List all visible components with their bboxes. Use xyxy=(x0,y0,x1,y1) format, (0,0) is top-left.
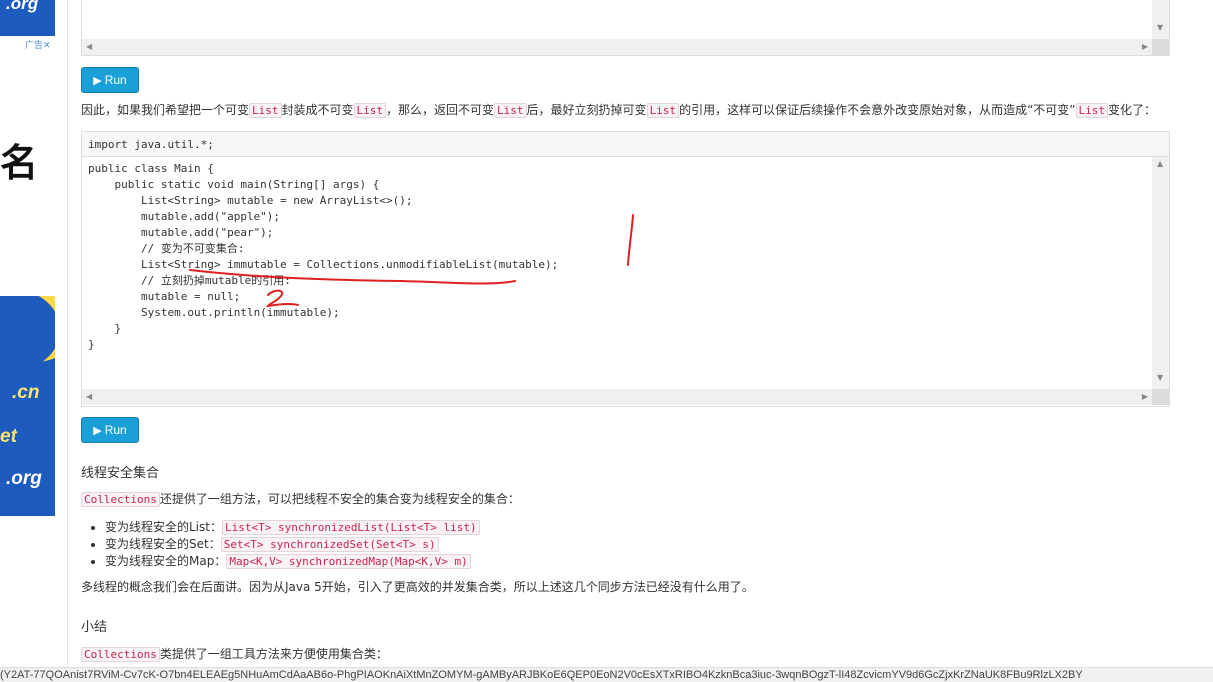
vertical-scrollbar[interactable]: ▲ ▼ xyxy=(1152,157,1169,389)
scroll-down-arrow-icon[interactable]: ▼ xyxy=(1157,23,1163,32)
code-content[interactable]: public class Main { public static void m… xyxy=(82,157,1169,357)
ad-banner[interactable]: .org 广告✕ 名 .cn et .org xyxy=(0,0,55,681)
text: ，那么，返回不可变 xyxy=(386,103,495,117)
inline-code: List xyxy=(494,103,527,118)
thread-safe-method-list: 变为线程安全的List：List<T> synchronizedList(Lis… xyxy=(88,519,480,570)
text: 的引用，这样可以保证后续操作不会意外改变原始对象，从而造成“不可变” xyxy=(679,103,1076,117)
vertical-scrollbar[interactable]: ▼ xyxy=(1152,0,1169,39)
paragraph-summary-intro: Collections 类提供了一组工具方法来方便使用集合类： xyxy=(81,645,388,664)
list-item-label: 变为线程安全的Set： xyxy=(105,537,221,551)
inline-code: Map<K,V> synchronizedMap(Map<K,V> m) xyxy=(226,554,471,569)
ad-big-character: 名 xyxy=(0,141,39,185)
text: 还提供了一组方法，可以把线程不安全的集合变为线程安全的集合： xyxy=(159,492,520,506)
scrollbar-corner xyxy=(1152,39,1169,55)
scrollbar-corner xyxy=(1152,389,1169,405)
code-editor-main[interactable]: import java.util.*; public class Main { … xyxy=(81,131,1170,407)
run-button[interactable]: ▶ Run xyxy=(81,417,139,443)
ad-domain-org-top: .org xyxy=(6,0,39,13)
scroll-left-arrow-icon[interactable]: ◀ xyxy=(86,392,92,401)
ad-bottom-block[interactable]: .cn et .org xyxy=(0,296,55,516)
ad-top-block[interactable]: .org xyxy=(0,0,55,36)
inline-code: List xyxy=(353,103,387,118)
play-icon: ▶ xyxy=(93,424,102,437)
paragraph-immutable-list: 因此，如果我们希望把一个可变 List 封装成不可变 List ，那么，返回不可变 Lis… xyxy=(81,101,1156,120)
inline-code: List<T> synchronizedList(List<T> list) xyxy=(221,520,480,535)
scroll-up-arrow-icon[interactable]: ▲ xyxy=(1157,159,1163,168)
list-item: 变为线程安全的List：List<T> synchronizedList(Lis… xyxy=(105,519,480,536)
paragraph-thread-safe-note: 多线程的概念我们会在后面讲。因为从Java 5开始，引入了更高效的并发集合类，所… xyxy=(81,580,754,594)
ad-close-button[interactable]: 广告✕ xyxy=(25,38,51,51)
section-title-thread-safe: 线程安全集合 xyxy=(81,466,160,481)
code-editor-previous[interactable]: ▼ ◀ ▶ xyxy=(81,0,1170,56)
scroll-down-arrow-icon[interactable]: ▼ xyxy=(1157,373,1163,382)
list-item-label: 变为线程安全的Map： xyxy=(105,554,227,568)
code-content[interactable] xyxy=(82,0,1169,41)
section-title-summary: 小结 xyxy=(81,620,108,635)
run-button[interactable]: ▶ Run xyxy=(81,67,139,93)
run-button-label: Run xyxy=(104,423,127,437)
list-item-label: 变为线程安全的List： xyxy=(105,520,222,534)
text: 变化了： xyxy=(1108,103,1157,117)
scroll-right-arrow-icon[interactable]: ▶ xyxy=(1142,392,1148,401)
paragraph-thread-safe-intro: Collections 还提供了一组方法，可以把线程不安全的集合变为线程安全的集合… xyxy=(81,490,520,509)
status-bar-url: (Y2AT-77QOAnist7RViM-Cv7cK-O7bn4ELEAEg5N… xyxy=(0,667,1213,682)
scroll-left-arrow-icon[interactable]: ◀ xyxy=(86,42,92,51)
ad-domain-net: et xyxy=(0,426,17,447)
horizontal-scrollbar[interactable]: ◀ ▶ xyxy=(82,39,1152,55)
ad-domain-cn: .cn xyxy=(12,382,40,403)
inline-code: List xyxy=(1075,103,1108,118)
code-editor-header[interactable]: import java.util.*; xyxy=(82,132,1169,157)
list-item: 变为线程安全的Map：Map<K,V> synchronizedMap(Map<… xyxy=(105,553,480,570)
inline-code: Set<T> synchronizedSet(Set<T> s) xyxy=(220,537,439,552)
code-header-line[interactable]: import java.util.*; xyxy=(82,132,1169,158)
content-divider xyxy=(67,0,68,681)
text: 后，最好立刻扔掉可变 xyxy=(526,103,647,117)
inline-code: Collections xyxy=(81,647,160,662)
ad-domain-org: .org xyxy=(6,468,42,489)
inline-code: Collections xyxy=(81,492,160,507)
inline-code: List xyxy=(646,103,680,118)
scroll-right-arrow-icon[interactable]: ▶ xyxy=(1142,42,1148,51)
text: 类提供了一组工具方法来方便使用集合类： xyxy=(159,647,388,661)
run-button-label: Run xyxy=(104,73,127,87)
play-icon: ▶ xyxy=(93,74,102,87)
list-item: 变为线程安全的Set：Set<T> synchronizedSet(Set<T>… xyxy=(105,536,480,553)
horizontal-scrollbar[interactable]: ◀ ▶ xyxy=(82,389,1152,405)
inline-code: List xyxy=(249,103,282,118)
text: 封装成不可变 xyxy=(281,103,354,117)
text: 因此，如果我们希望把一个可变 xyxy=(81,103,250,117)
